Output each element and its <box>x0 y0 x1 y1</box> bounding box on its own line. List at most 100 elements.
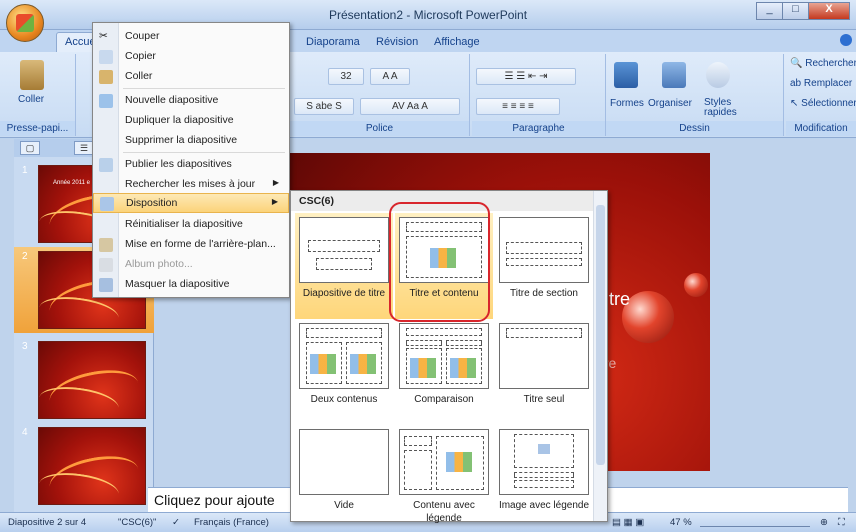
paste-icon <box>20 60 44 90</box>
content-icon <box>410 358 436 378</box>
zoom-in-icon[interactable]: ⊕ <box>820 517 828 528</box>
menu-item-duplicate-slide[interactable]: Dupliquer la diapositive <box>93 111 289 131</box>
spellcheck-icon[interactable]: ✓ <box>172 517 180 528</box>
layout-title-only[interactable]: Titre seul <box>495 319 593 425</box>
menu-item-check-updates[interactable]: Rechercher les mises à jour ▶ <box>93 175 289 195</box>
context-menu: ✂ Couper Copier Coller Nouvelle diapositi… <box>92 22 290 298</box>
menu-item-label: Masquer la diapositive <box>125 278 230 290</box>
layout-content-with-caption[interactable]: Contenu avec légende <box>395 425 493 531</box>
find-button[interactable]: 🔍 Rechercher <box>790 58 856 69</box>
layout-title-slide[interactable]: Diapositive de titre <box>295 213 393 319</box>
slide-counter: Diapositive 2 sur 4 <box>8 517 87 528</box>
shapes-button[interactable]: Formes <box>610 98 644 109</box>
layout-preview <box>299 217 389 283</box>
menu-item-delete-slide[interactable]: Supprimer la diapositive <box>93 131 289 151</box>
replace-label: Remplacer <box>803 78 853 89</box>
clipboard-group-label: Presse-papi... <box>0 121 75 136</box>
font-style-buttons[interactable]: S abe S <box>294 98 354 115</box>
menu-item-label: Couper <box>125 30 160 42</box>
slide-thumbnail-3[interactable]: 3 <box>14 337 154 423</box>
editing-group: 🔍 Rechercher ab Remplacer ↖ Sélectionner… <box>786 54 856 136</box>
layout-icon <box>100 197 114 211</box>
list-buttons[interactable]: ☰ ☰ ⇤ ⇥ <box>476 68 576 85</box>
layout-section-title[interactable]: Titre de section <box>495 213 593 319</box>
menu-item-new-slide[interactable]: Nouvelle diapositive <box>93 91 289 111</box>
select-label: Sélectionner <box>801 98 856 109</box>
menu-item-hide-slide[interactable]: Masquer la diapositive <box>93 275 289 295</box>
theme-name: "CSC(6)" <box>118 517 157 528</box>
layout-label: Titre seul <box>523 394 565 405</box>
album-icon <box>99 258 113 272</box>
tab-diaporama[interactable]: Diaporama <box>306 36 360 48</box>
publish-icon <box>99 158 113 172</box>
layout-picture-with-caption[interactable]: Image avec légende <box>495 425 593 531</box>
cursor-icon: ↖ <box>790 98 799 109</box>
view-buttons[interactable]: ▤ ▦ ▣ <box>612 517 644 528</box>
menu-item-format-background[interactable]: Mise en forme de l'arrière-plan... <box>93 235 289 255</box>
layout-label: Deux contenus <box>310 394 378 405</box>
gallery-scrollbar[interactable] <box>593 191 607 521</box>
minimize-button[interactable]: _ <box>756 2 783 20</box>
shapes-icon <box>614 62 638 88</box>
content-icon <box>350 354 376 374</box>
select-button[interactable]: ↖ Sélectionner <box>790 98 856 109</box>
layout-preview <box>399 429 489 495</box>
menu-item-copy[interactable]: Copier <box>93 47 289 67</box>
font-color-buttons[interactable]: AV Aa A <box>360 98 460 115</box>
layout-two-content[interactable]: Deux contenus <box>295 319 393 425</box>
layout-preview <box>299 323 389 389</box>
copy-icon <box>99 50 113 64</box>
paragraph-group: ☰ ☰ ⇤ ⇥ ≡ ≡ ≡ ≡ Paragraphe <box>472 54 606 136</box>
menu-item-photo-album: Album photo... <box>93 255 289 275</box>
menu-item-label: Supprimer la diapositive <box>125 134 238 146</box>
paragraph-group-label: Paragraphe <box>472 121 605 136</box>
layout-label: Vide <box>334 500 354 511</box>
arrange-button[interactable]: Organiser <box>648 98 692 109</box>
zoom-slider[interactable] <box>700 517 810 527</box>
menu-item-cut[interactable]: ✂ Couper <box>93 27 289 47</box>
menu-item-publish-slides[interactable]: Publier les diapositives <box>93 155 289 175</box>
editing-group-label: Modification <box>786 121 856 136</box>
font-size-box[interactable]: 32 <box>328 68 364 85</box>
menu-item-reset-slide[interactable]: Réinitialiser la diapositive <box>93 215 289 235</box>
find-label: Rechercher <box>805 58 856 69</box>
layout-label: Diapositive de titre <box>302 288 386 299</box>
content-icon <box>446 452 472 472</box>
help-icon[interactable] <box>840 34 852 46</box>
clipboard-group: Coller Presse-papi... <box>0 54 76 136</box>
tab-affichage[interactable]: Affichage <box>434 36 480 48</box>
thumbnail-image <box>38 341 146 419</box>
layout-blank[interactable]: Vide <box>295 425 393 531</box>
menu-item-paste[interactable]: Coller <box>93 67 289 87</box>
scrollbar-thumb[interactable] <box>596 205 605 465</box>
outline-tab[interactable]: ☰ <box>74 141 94 155</box>
menu-item-layout[interactable]: Disposition ▶ <box>93 193 289 213</box>
fit-window-icon[interactable]: ⛶ <box>838 517 845 528</box>
maximize-button[interactable]: □ <box>782 2 809 20</box>
tab-revision[interactable]: Révision <box>376 36 418 48</box>
background-icon <box>99 238 113 252</box>
font-group-label: Police <box>290 121 469 136</box>
slide-thumbnail-4[interactable]: 4 <box>14 423 154 509</box>
paste-button[interactable]: Coller <box>18 94 44 105</box>
office-button[interactable] <box>6 4 44 42</box>
layout-comparison[interactable]: Comparaison <box>395 319 493 425</box>
thumbnail-title: Année 2011 e <box>53 180 90 186</box>
quick-styles-button[interactable]: Styles rapides <box>704 98 744 118</box>
grow-font-button[interactable]: A A <box>370 68 410 85</box>
layout-preview <box>399 323 489 389</box>
office-logo-icon <box>16 14 34 32</box>
language-indicator[interactable]: Français (France) <box>194 517 269 528</box>
layout-label: Titre de section <box>510 288 578 299</box>
slides-tab[interactable]: ▢ <box>20 141 40 155</box>
window-title: Présentation2 - Microsoft PowerPoint <box>328 8 528 22</box>
zoom-level[interactable]: 47 % <box>670 517 692 528</box>
drawing-group: Formes Organiser Styles rapides Dessin <box>606 54 784 136</box>
menu-item-label: Album photo... <box>125 258 193 270</box>
layout-preview <box>299 429 389 495</box>
align-buttons[interactable]: ≡ ≡ ≡ ≡ <box>476 98 560 115</box>
menu-item-label: Coller <box>125 70 153 82</box>
replace-button[interactable]: ab Remplacer <box>790 78 852 89</box>
close-button[interactable]: X <box>808 2 850 20</box>
content-icon <box>310 354 336 374</box>
